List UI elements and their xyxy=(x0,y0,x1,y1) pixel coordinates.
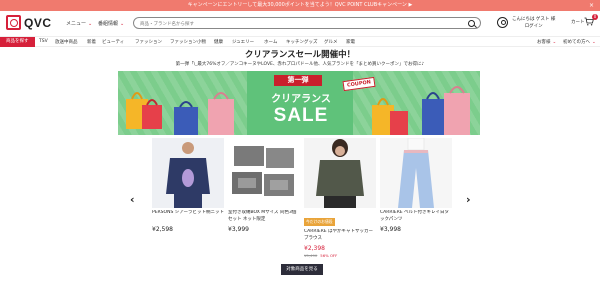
user-icon[interactable] xyxy=(497,17,508,28)
clearance-sale-banner[interactable]: 第一弾 COUPON クリアランス SALE xyxy=(118,71,480,135)
shopping-bag-icon xyxy=(208,92,234,135)
search-icon[interactable] xyxy=(468,19,475,27)
nav-item-search-products[interactable]: 商品を探す xyxy=(0,37,35,47)
shopping-bag-icon xyxy=(422,86,470,135)
product-image[interactable] xyxy=(380,138,452,208)
nav-item-gourmet[interactable]: グルメ xyxy=(324,39,338,45)
shopping-bag-icon xyxy=(372,98,408,135)
product-card[interactable]: 今だけのお値段 CARRIERE ほやかギャトサッカーブラウス ¥2,398 ¥… xyxy=(304,138,376,258)
nav-customer[interactable]: お客様 ⌄ xyxy=(537,39,556,45)
nav-item-on-air[interactable]: 放送中商品 xyxy=(55,39,78,45)
product-card[interactable]: PERSONS シアーラビット柄ニット ¥2,598 xyxy=(152,138,224,233)
product-image[interactable] xyxy=(304,138,376,208)
nav-item-kitchen[interactable]: キッチングッズ xyxy=(286,39,318,45)
promo-banner[interactable]: キャンペーンにエントリーして最大30,000ポイントを当てよう！QVC POIN… xyxy=(0,0,600,11)
chevron-down-icon: ⌄ xyxy=(592,40,596,45)
promo-close-icon[interactable]: × xyxy=(589,0,594,11)
chevron-down-icon: ⌄ xyxy=(88,21,93,27)
view-products-button[interactable]: 対象商品を見る xyxy=(281,264,323,275)
product-card[interactable]: 室付き収納BOX Mサイズ 同色3個セット ネット限定 ¥3,999 xyxy=(228,138,300,233)
login-text[interactable]: ログイン xyxy=(512,23,555,30)
product-card[interactable]: CARRIERE ベルト付きキレイ日タックパンツ ¥3,998 xyxy=(380,138,452,233)
discount-rate: 56% OFF xyxy=(320,253,338,258)
search-input[interactable]: 商品・ブランド名から探す xyxy=(133,17,481,29)
carousel-prev-button[interactable]: ‹ xyxy=(130,193,135,206)
nav-item-fashion-accessories[interactable]: ファッション小物 xyxy=(170,39,206,45)
menu-button[interactable]: メニュー ⌄ xyxy=(66,20,92,27)
nav-item-tsv[interactable]: TSV xyxy=(39,39,48,44)
site-header: QVC メニュー ⌄ 番組情報 ⌄ 商品・ブランド名から探す こんにちは ゲスト 様… xyxy=(0,11,600,36)
qvc-logo[interactable]: QVC xyxy=(6,15,52,30)
page-title: クリアランスセール開催中！ xyxy=(244,50,356,60)
nav-customer-label: お客様 xyxy=(537,40,551,45)
program-label: 番組情報 xyxy=(98,21,119,27)
qvc-logo-icon xyxy=(6,15,21,30)
nav-item-jewelry[interactable]: ジュエリー xyxy=(232,39,254,45)
limited-price-badge: 今だけのお値段 xyxy=(304,218,335,226)
carousel-next-button[interactable]: › xyxy=(466,193,471,206)
cart-label[interactable]: カート xyxy=(571,19,585,25)
nav-item-home[interactable]: ホーム xyxy=(264,39,277,45)
product-image[interactable] xyxy=(152,138,224,208)
category-nav: 商品を探す TSV 放送中商品 新着 ビューティ ファッション ファッション小物… xyxy=(0,36,600,47)
nav-item-beauty[interactable]: ビューティ xyxy=(102,39,124,45)
product-price: ¥2,398 xyxy=(304,245,325,252)
banner-sale-text: SALE xyxy=(273,105,329,126)
product-name[interactable]: CARRIERE ベルト付きキレイ日タックパンツ xyxy=(380,210,452,223)
menu-label: メニュー xyxy=(66,21,87,27)
product-price: ¥3,999 xyxy=(228,226,249,233)
product-price: ¥3,998 xyxy=(380,226,401,233)
logo-text: QVC xyxy=(24,15,52,30)
product-name[interactable]: CARRIERE ほやかギャトサッカーブラウス xyxy=(304,229,376,242)
nav-first-time[interactable]: 初めての方へ ⌄ xyxy=(563,39,596,45)
banner-clearance-text: クリアランス xyxy=(271,94,331,105)
chevron-down-icon: ⌄ xyxy=(552,40,557,45)
search-placeholder: 商品・ブランド名から探す xyxy=(140,21,194,27)
nav-item-appliances[interactable]: 家電 xyxy=(346,39,355,45)
product-name[interactable]: 室付き収納BOX Mサイズ 同色3個セット ネット限定 xyxy=(228,210,300,223)
nav-item-health[interactable]: 健康 xyxy=(214,39,223,45)
greeting-text: こんにちは ゲスト 様 xyxy=(512,17,556,22)
promo-text[interactable]: キャンペーンにエントリーして最大30,000ポイントを当てよう！QVC POIN… xyxy=(188,2,413,8)
product-original-price: ¥5,490 56% OFF xyxy=(304,253,376,258)
banner-first-round-tag: 第一弾 xyxy=(274,75,322,86)
chevron-down-icon: ⌄ xyxy=(120,21,125,27)
product-name[interactable]: PERSONS シアーラビット柄ニット xyxy=(152,210,224,223)
original-price: ¥5,490 xyxy=(304,253,318,258)
page-subtitle: 第一弾「\_最大76%オフ／アンコキーヌやLOVE、赤れプロパドール他、人気ブラ… xyxy=(175,62,425,67)
nav-item-new[interactable]: 新着 xyxy=(87,39,96,45)
nav-first-time-label: 初めての方へ xyxy=(563,40,590,45)
cart-count-badge: 0 xyxy=(592,14,598,20)
product-image[interactable] xyxy=(228,138,300,208)
nav-item-fashion[interactable]: ファッション xyxy=(135,39,162,45)
program-info-button[interactable]: 番組情報 ⌄ xyxy=(98,20,124,27)
login-link[interactable]: こんにちは ゲスト 様 ログイン xyxy=(512,16,555,30)
product-price: ¥2,598 xyxy=(152,226,173,233)
shopping-bag-icon xyxy=(126,92,162,129)
